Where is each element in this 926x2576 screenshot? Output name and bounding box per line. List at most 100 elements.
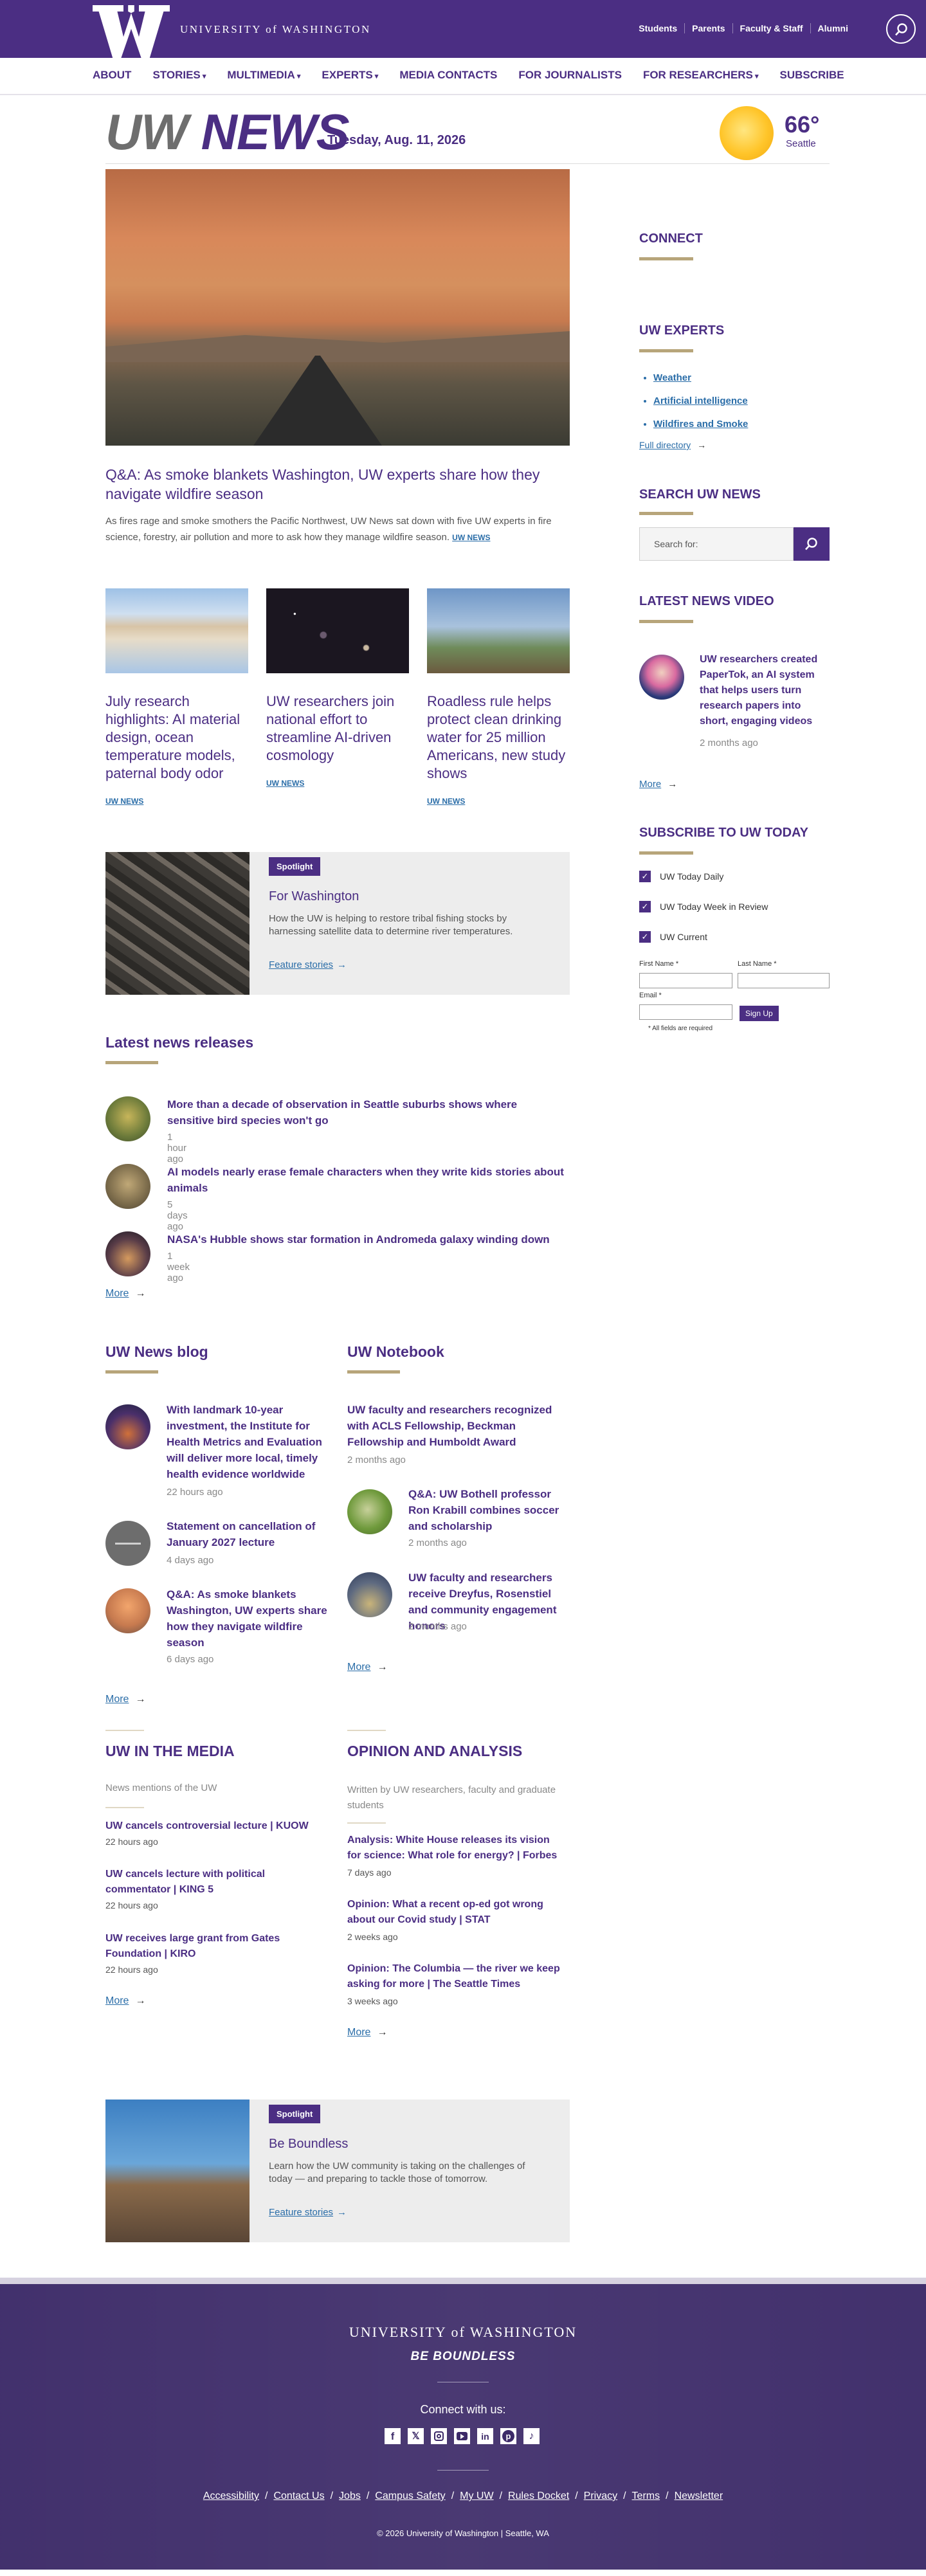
- story-headline[interactable]: July research highlights: AI material de…: [105, 693, 248, 783]
- hero-image[interactable]: [105, 169, 570, 446]
- checkbox-checked-icon[interactable]: ✓: [639, 901, 651, 912]
- nav-for-researchers[interactable]: FOR RESEARCHERS: [643, 69, 759, 82]
- university-wordmark[interactable]: UNIVERSITY of WASHINGTON: [180, 23, 371, 36]
- notebook-headline[interactable]: Q&A: UW Bothell professor Ron Krabill co…: [408, 1486, 572, 1534]
- first-name-field[interactable]: [639, 973, 732, 988]
- news-thumbnail[interactable]: [105, 1096, 150, 1141]
- blog-headline[interactable]: Q&A: As smoke blankets Washington, UW ex…: [167, 1586, 327, 1651]
- footer-link-newsletter[interactable]: Newsletter: [675, 2490, 723, 2502]
- news-headline[interactable]: AI models nearly erase female characters…: [167, 1164, 566, 1196]
- footer-link-my-uw[interactable]: My UW: [460, 2490, 493, 2502]
- audience-link-faculty[interactable]: Faculty & Staff: [732, 23, 810, 33]
- spotlight-title[interactable]: For Washington: [269, 889, 359, 904]
- spotlight-image[interactable]: [105, 2100, 250, 2242]
- footer-link-contact[interactable]: Contact Us: [273, 2490, 324, 2502]
- media-more-link[interactable]: More: [105, 1995, 145, 2007]
- statement-thumbnail[interactable]: [105, 1521, 150, 1566]
- opinion-more-link[interactable]: More: [347, 2027, 387, 2038]
- nav-multimedia[interactable]: MULTIMEDIA: [227, 69, 300, 82]
- footer-link-terms[interactable]: Terms: [632, 2490, 660, 2502]
- story-tag[interactable]: UW NEWS: [266, 779, 409, 788]
- hero-tag[interactable]: UW NEWS: [452, 533, 490, 542]
- footer-link-jobs[interactable]: Jobs: [339, 2490, 361, 2502]
- notebook-more-link[interactable]: More: [347, 1662, 387, 1673]
- story-headline[interactable]: Roadless rule helps protect clean drinki…: [427, 693, 570, 783]
- news-thumbnail[interactable]: [105, 1164, 150, 1209]
- nav-for-journalists[interactable]: FOR JOURNALISTS: [518, 69, 622, 82]
- footer-link-campus-safety[interactable]: Campus Safety: [375, 2490, 445, 2502]
- audience-link-alumni[interactable]: Alumni: [810, 23, 855, 33]
- search-submit-button[interactable]: [794, 527, 830, 561]
- footer-link-rules-docket[interactable]: Rules Docket: [508, 2490, 569, 2502]
- story-card[interactable]: Roadless rule helps protect clean drinki…: [427, 588, 570, 806]
- latest-more-link[interactable]: More: [105, 1288, 145, 1300]
- story-image-galaxies[interactable]: [266, 588, 409, 673]
- video-caption[interactable]: UW researchers created PaperTok, an AI s…: [700, 652, 828, 729]
- option-uw-current[interactable]: ✓ UW Current: [639, 931, 707, 943]
- story-image-watchtower[interactable]: [427, 588, 570, 673]
- opinion-headline[interactable]: Opinion: The Columbia — the river we kee…: [347, 1961, 566, 1992]
- news-headline[interactable]: NASA's Hubble shows star formation in An…: [167, 1231, 566, 1247]
- nav-subscribe[interactable]: SUBSCRIBE: [779, 69, 844, 82]
- x-icon[interactable]: 𝕏: [408, 2428, 424, 2444]
- notebook-headline[interactable]: UW faculty and researchers recognized wi…: [347, 1402, 572, 1450]
- nav-stories[interactable]: STORIES: [152, 69, 206, 82]
- search-button[interactable]: [886, 14, 916, 44]
- media-headline[interactable]: UW receives large grant from Gates Found…: [105, 1931, 324, 1962]
- email-field[interactable]: [639, 1004, 732, 1020]
- blog-headline[interactable]: With landmark 10-year investment, the In…: [167, 1402, 327, 1482]
- option-week-in-review[interactable]: ✓ UW Today Week in Review: [639, 901, 768, 912]
- feature-stories-link[interactable]: Feature stories: [269, 959, 347, 970]
- story-tag[interactable]: UW NEWS: [105, 797, 248, 806]
- full-directory-link[interactable]: Full directory: [639, 440, 706, 450]
- nav-media-contacts[interactable]: MEDIA CONTACTS: [399, 69, 497, 82]
- uw-w-logo[interactable]: [93, 5, 170, 58]
- footer-wordmark[interactable]: UNIVERSITY of WASHINGTON: [0, 2324, 926, 2341]
- expert-topic-wildfires[interactable]: Wildfires and Smoke: [653, 413, 748, 436]
- expert-topic-weather[interactable]: Weather: [653, 367, 748, 390]
- youtube-icon[interactable]: [454, 2428, 470, 2444]
- blog-thumbnail[interactable]: [105, 1588, 150, 1633]
- facebook-icon[interactable]: f: [385, 2428, 401, 2444]
- media-headline[interactable]: UW cancels controversial lecture | KUOW: [105, 1819, 324, 1834]
- story-card[interactable]: July research highlights: AI material de…: [105, 588, 248, 806]
- audience-link-parents[interactable]: Parents: [684, 23, 732, 33]
- search-input[interactable]: Search for:: [639, 527, 794, 561]
- nav-about[interactable]: ABOUT: [93, 69, 131, 82]
- opinion-headline[interactable]: Opinion: What a recent op-ed got wrong a…: [347, 1897, 566, 1928]
- signup-button[interactable]: Sign Up: [740, 1006, 779, 1021]
- footer-link-accessibility[interactable]: Accessibility: [203, 2490, 259, 2502]
- checkbox-checked-icon[interactable]: ✓: [639, 931, 651, 943]
- footer-link-privacy[interactable]: Privacy: [584, 2490, 617, 2502]
- uw-news-logo[interactable]: UW NEWS: [105, 106, 350, 158]
- pinterest-icon[interactable]: p: [500, 2428, 516, 2444]
- feature-stories-link[interactable]: Feature stories: [269, 2207, 347, 2218]
- last-name-field[interactable]: [738, 973, 830, 988]
- linkedin-icon[interactable]: in: [477, 2428, 493, 2444]
- story-headline[interactable]: UW researchers join national effort to s…: [266, 693, 409, 765]
- story-tag[interactable]: UW NEWS: [427, 797, 570, 806]
- spotlight-image[interactable]: [105, 852, 250, 995]
- checkbox-checked-icon[interactable]: ✓: [639, 871, 651, 882]
- notebook-thumbnail[interactable]: [347, 1489, 392, 1534]
- video-thumbnail[interactable]: [639, 655, 684, 700]
- story-card[interactable]: UW researchers join national effort to s…: [266, 588, 409, 788]
- story-image-iml[interactable]: [105, 588, 248, 673]
- news-thumbnail[interactable]: [105, 1231, 150, 1276]
- notebook-thumbnail[interactable]: [347, 1572, 392, 1617]
- expert-topic-ai[interactable]: Artificial intelligence: [653, 390, 748, 413]
- tiktok-icon[interactable]: ♪: [523, 2428, 540, 2444]
- video-more-link[interactable]: More: [639, 779, 677, 790]
- hero-headline[interactable]: Q&A: As smoke blankets Washington, UW ex…: [105, 465, 570, 503]
- spotlight-title[interactable]: Be Boundless: [269, 2137, 348, 2152]
- media-headline[interactable]: UW cancels lecture with political commen…: [105, 1867, 324, 1898]
- instagram-icon[interactable]: [431, 2428, 447, 2444]
- blog-thumbnail[interactable]: [105, 1404, 150, 1449]
- nav-experts[interactable]: EXPERTS: [322, 69, 378, 82]
- opinion-headline[interactable]: Analysis: White House releases its visio…: [347, 1833, 566, 1864]
- option-daily[interactable]: ✓ UW Today Daily: [639, 871, 723, 882]
- news-headline[interactable]: More than a decade of observation in Sea…: [167, 1096, 566, 1129]
- audience-link-students[interactable]: Students: [631, 23, 684, 33]
- blog-headline[interactable]: Statement on cancellation of January 202…: [167, 1518, 327, 1550]
- blog-more-link[interactable]: More: [105, 1694, 145, 1705]
